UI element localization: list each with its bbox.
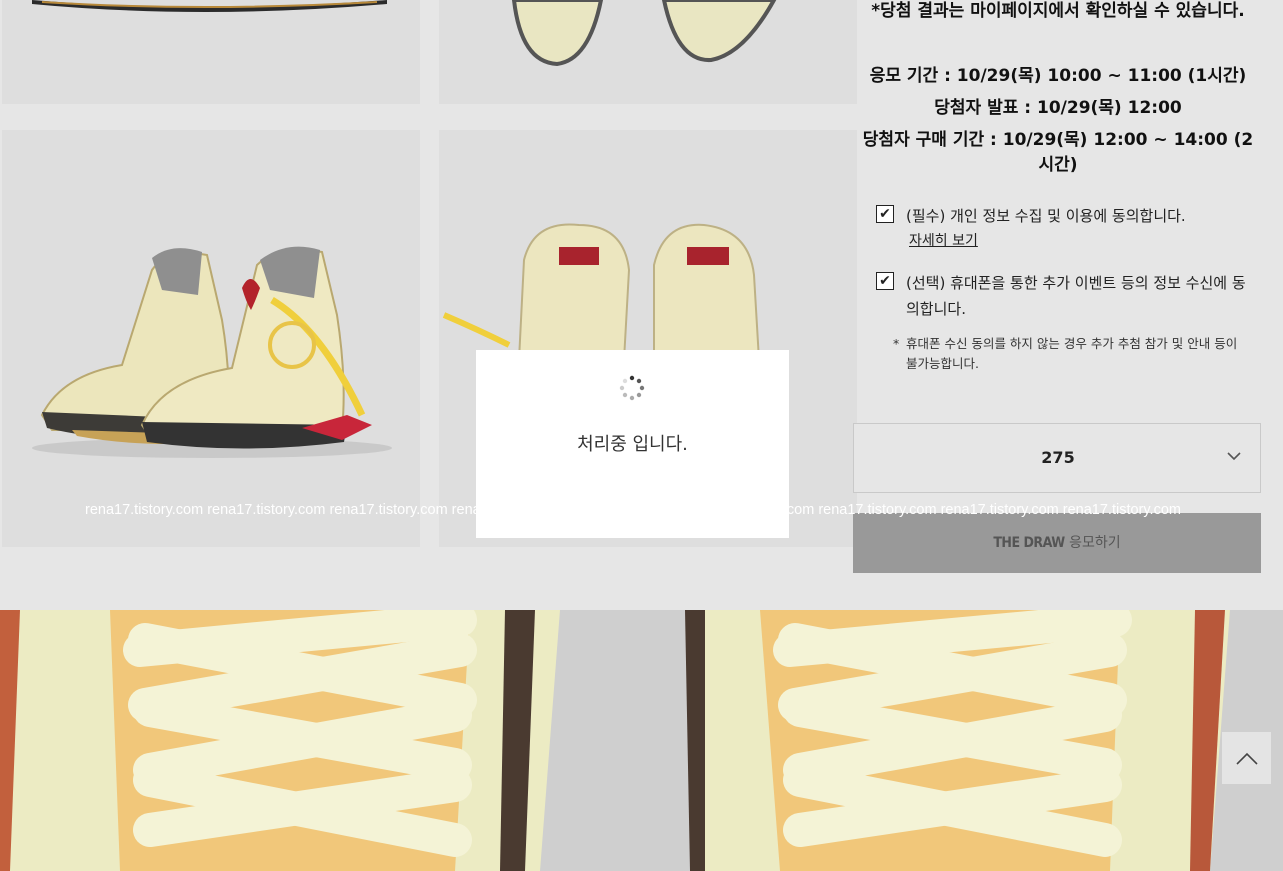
size-select-value: 275	[1041, 448, 1075, 467]
loading-modal: 처리중 입니다.	[476, 350, 789, 538]
draw-submit-button[interactable]: THE DRAW 응모하기	[853, 513, 1261, 573]
product-image-1	[2, 0, 420, 104]
consent-privacy-checkbox[interactable]: ✔	[876, 205, 894, 223]
draw-button-label: 응모하기	[1064, 535, 1121, 551]
scroll-top-button[interactable]	[1222, 732, 1271, 784]
chevron-up-icon	[1236, 752, 1258, 765]
consent-privacy-label: (필수) 개인 정보 수집 및 이용에 동의합니다.	[906, 207, 1186, 225]
product-closeup-image	[0, 610, 1283, 871]
consent-marketing-checkbox[interactable]: ✔	[876, 272, 894, 290]
loading-spinner-icon	[619, 375, 645, 401]
draw-button-brand: THE DRAW	[993, 535, 1065, 551]
loading-message: 처리중 입니다.	[577, 434, 688, 455]
product-image-3	[2, 130, 420, 547]
result-notice: *당첨 결과는 마이페이지에서 확인하실 수 있습니다.	[871, 1, 1245, 21]
purchase-period: 당첨자 구매 기간 : 10/29(목) 12:00 ~ 14:00 (2시간)	[862, 130, 1254, 175]
product-image-2	[439, 0, 857, 104]
footnote-marker: *	[893, 336, 900, 351]
footnote-text: 휴대폰 수신 동의를 하지 않는 경우 추가 추첨 참가 및 안내 등이 불가능…	[906, 336, 1238, 371]
privacy-detail-link[interactable]: 자세히 보기	[909, 230, 978, 250]
chevron-down-icon	[1227, 452, 1241, 461]
entry-period: 응모 기간 : 10/29(목) 10:00 ~ 11:00 (1시간)	[869, 66, 1247, 86]
size-select[interactable]: 275	[853, 423, 1261, 493]
consent-marketing-label: (선택) 휴대폰을 통한 추가 이벤트 등의 정보 수신에 동의합니다.	[906, 274, 1246, 318]
winner-announcement: 당첨자 발표 : 10/29(목) 12:00	[934, 98, 1182, 118]
